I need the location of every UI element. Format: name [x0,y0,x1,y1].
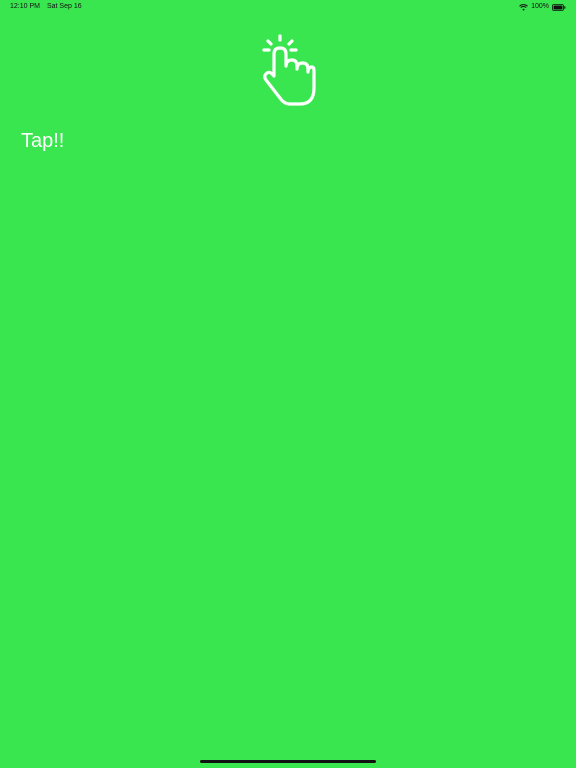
status-bar: 12:10 PM Sat Sep 16 100% [0,0,576,14]
hand-tap-icon[interactable] [260,34,316,108]
tap-label: Tap!! [21,130,65,152]
wifi-icon [519,3,528,11]
status-date: Sat Sep 16 [46,3,82,10]
battery-full-icon [552,3,566,11]
status-left: 12:10 PM Sat Sep 16 [10,0,82,14]
status-right: 100% [519,0,566,14]
battery-percent: 100% [531,3,549,10]
status-time: 12:10 PM [10,3,40,10]
home-indicator[interactable] [200,760,376,763]
